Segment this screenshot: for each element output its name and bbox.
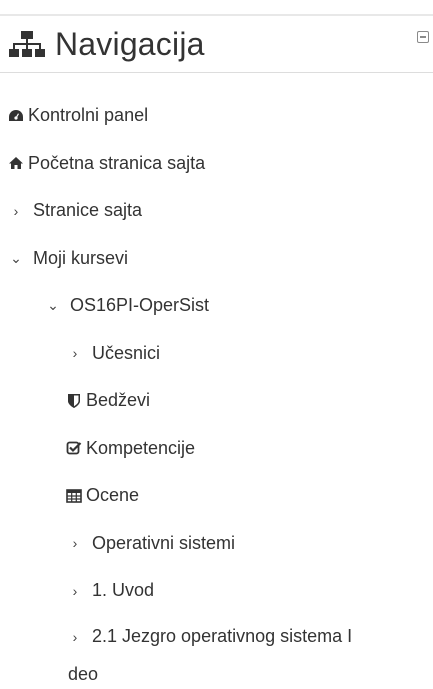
nav-item-pocetna-stranica[interactable]: Početna stranica sajta [0,140,433,188]
check-square-icon [66,440,82,456]
nav-item-jezgro[interactable]: › 2.1 Jezgro operativnog sistema I deo [0,615,433,689]
chevron-right-icon[interactable]: › [68,583,82,599]
table-icon [66,488,82,504]
sitemap-icon [9,29,45,59]
nav-item-moji-kursevi[interactable]: ⌄ Moji kursevi [0,235,433,283]
nav-item-kompetencije[interactable]: Kompetencije [0,425,433,473]
dashboard-icon [8,108,24,124]
nav-item-stranice-sajta[interactable]: › Stranice sajta [0,187,433,235]
chevron-right-icon[interactable]: › [68,535,82,551]
home-icon [8,155,24,171]
header-divider [0,72,433,73]
nav-item-label: Početna stranica sajta [28,152,206,173]
chevron-right-icon[interactable]: › [9,203,23,219]
nav-item-label: Operativni sistemi [92,532,236,553]
nav-item-course-os16pi[interactable]: ⌄ OS16PI-OperSist [0,282,433,330]
chevron-right-icon[interactable]: › [68,345,82,361]
block-title: Navigacija [55,25,205,62]
nav-item-label: OS16PI-OperSist [70,295,210,316]
chevron-down-icon[interactable]: ⌄ [9,250,23,267]
top-divider [0,14,433,16]
nav-item-label: Stranice sajta [33,200,143,221]
chevron-right-icon[interactable]: › [68,616,82,659]
nav-item-ucesnici[interactable]: › Učesnici [0,330,433,378]
nav-item-label: 1. Uvod [92,580,155,601]
nav-item-label-continued: deo [68,663,99,684]
nav-item-label: Ocene [86,485,140,506]
nav-item-operativni-sistemi[interactable]: › Operativni sistemi [0,520,433,568]
nav-item-uvod[interactable]: › 1. Uvod [0,567,433,615]
nav-item-ocene[interactable]: Ocene [0,472,433,520]
nav-item-bedzevi[interactable]: Bedževi [0,377,433,425]
chevron-down-icon[interactable]: ⌄ [46,297,60,314]
nav-item-label: Bedževi [86,390,151,411]
nav-item-label: Učesnici [92,342,161,363]
navigation-tree: Kontrolni panel Početna stranica sajta ›… [0,92,433,689]
nav-item-label: 2.1 Jezgro operativnog sistema I [92,625,353,646]
collapse-block-button[interactable] [417,31,429,43]
navigation-block-header: Navigacija [9,22,205,66]
shield-icon [66,393,82,409]
nav-item-label: Kontrolni panel [28,105,149,126]
nav-item-kontrolni-panel[interactable]: Kontrolni panel [0,92,433,140]
nav-item-label: Kompetencije [86,437,196,458]
nav-item-label: Moji kursevi [33,247,129,268]
